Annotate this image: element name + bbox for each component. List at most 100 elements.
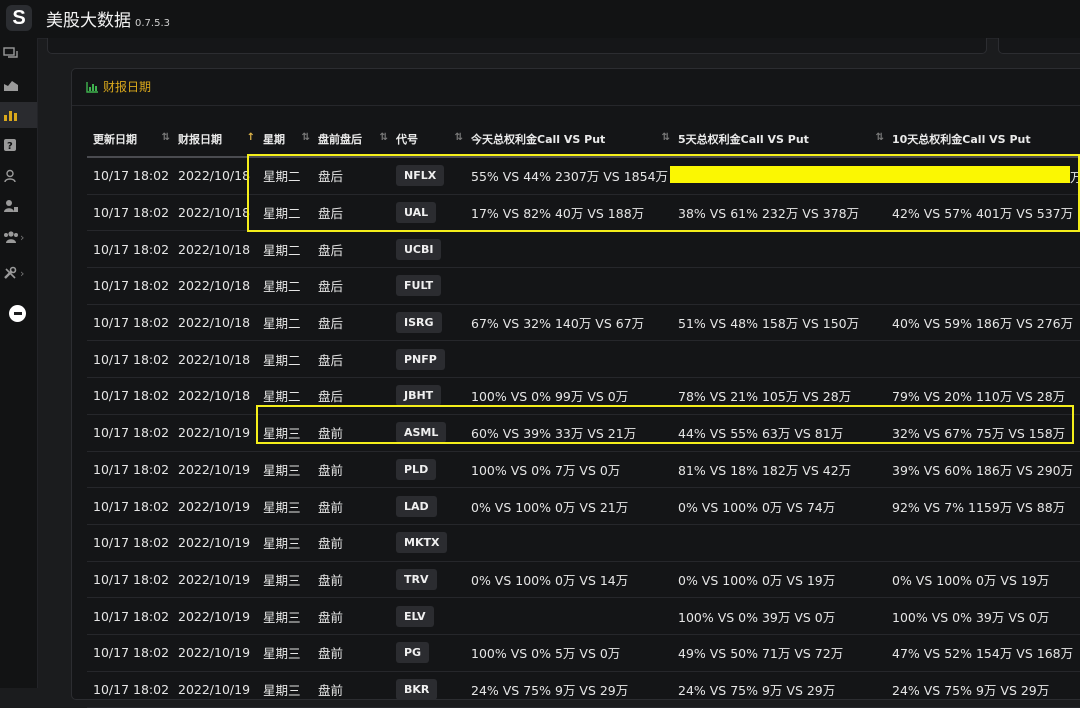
table-row[interactable]: 10/17 18:02 2022/10/19 星期三 盘前 TRV 0% VS 100% … — [87, 561, 1080, 599]
ticker-badge[interactable]: BKR — [396, 678, 438, 700]
sidebar-item-chat[interactable] — [0, 41, 37, 67]
table-row[interactable]: 10/17 18:02 2022/10/19 星期三 盘前 BKR 24% VS 75% … — [87, 671, 1080, 708]
cell-today: 55% VS 44% 2307万 VS 1854万 — [465, 157, 672, 195]
cell-report-date: 2022/10/18 — [172, 194, 257, 232]
ticker-badge[interactable]: FULT — [396, 275, 442, 297]
cell-code: MKTX — [390, 524, 465, 562]
table-row[interactable]: 10/17 18:02 2022/10/18 星期二 盘后 PNFP — [87, 340, 1080, 379]
cell-five-day: 0% VS 100% 0万 VS 74万 — [672, 487, 886, 525]
app-title: 美股大数据 0.7.5.3 — [46, 6, 170, 31]
cell-updated: 10/17 18:02 — [87, 194, 172, 232]
table-row[interactable]: 10/17 18:02 2022/10/19 星期三 盘前 MKTX — [87, 524, 1080, 562]
card-header: 财报日期 — [72, 69, 1080, 106]
table-row[interactable]: 10/17 18:02 2022/10/19 星期三 盘前 ASML 60% VS 39%… — [87, 414, 1080, 452]
sort-icon[interactable]: ⇅ — [876, 132, 885, 143]
sidebar-item-user[interactable] — [0, 163, 37, 189]
svg-text:?: ? — [7, 141, 13, 152]
ticker-badge[interactable]: TRV — [396, 568, 437, 590]
cell-five-day: 24% VS 75% 9万 VS 29万 — [672, 671, 886, 708]
chat-icon — [3, 47, 18, 58]
table-row[interactable]: 10/17 18:02 2022/10/19 星期三 盘前 LAD 0% VS 100% … — [87, 487, 1080, 525]
user-admin-icon — [4, 200, 18, 212]
ticker-badge[interactable]: PLD — [396, 458, 437, 480]
column-header-code[interactable]: 代号 ⇅ — [390, 122, 465, 158]
cell-code: LAD — [390, 487, 465, 525]
column-header-today[interactable]: 今天总权利金Call VS Put ⇅ — [465, 122, 672, 158]
cell-weekday: 星期三 — [257, 671, 312, 708]
cell-report-date: 2022/10/18 — [172, 230, 257, 269]
ticker-badge[interactable]: UCBI — [396, 238, 442, 260]
cell-session: 盘后 — [312, 157, 390, 195]
cell-session: 盘后 — [312, 194, 390, 232]
cell-code: PNFP — [390, 340, 465, 379]
sort-ascending-icon[interactable]: ↑ — [247, 132, 256, 143]
column-header-updated[interactable]: 更新日期 ⇅ — [87, 122, 172, 158]
cell-weekday: 星期三 — [257, 524, 312, 562]
cell-ten-day — [886, 340, 1080, 379]
column-header-ten-day[interactable]: 10天总权利金Call VS Put — [886, 122, 1080, 158]
column-header-five-day[interactable]: 5天总权利金Call VS Put ⇅ — [672, 122, 886, 158]
cell-weekday: 星期二 — [257, 230, 312, 269]
cell-five-day: 78% VS 21% 105万 VS 28万 — [672, 377, 886, 415]
sort-icon[interactable]: ⇅ — [302, 132, 311, 143]
cell-updated: 10/17 18:02 — [87, 267, 172, 305]
sidebar-item-user-admin[interactable] — [0, 193, 37, 219]
sidebar-collapse-toggle[interactable] — [0, 300, 37, 326]
cell-session: 盘前 — [312, 451, 390, 489]
ticker-badge[interactable]: LAD — [396, 495, 437, 517]
sort-icon[interactable]: ⇅ — [455, 132, 464, 143]
sidebar-item-tools[interactable]: › — [0, 260, 37, 286]
column-header-weekday[interactable]: 星期 ⇅ — [257, 122, 312, 158]
cell-today — [465, 524, 672, 562]
cell-today: 100% VS 0% 5万 VS 0万 — [465, 634, 672, 672]
cell-five-day: 49% VS 50% 71万 VS 72万 — [672, 634, 886, 672]
ticker-badge[interactable]: ELV — [396, 605, 434, 627]
column-header-session[interactable]: 盘前盘后 ⇅ — [312, 122, 390, 158]
cell-five-day — [672, 340, 886, 379]
top-panel-left — [47, 38, 987, 54]
ticker-badge[interactable]: ISRG — [396, 312, 442, 334]
cell-five-day: 100% VS 0% 39万 VS 0万 — [672, 597, 886, 635]
ticker-badge[interactable]: JBHT — [396, 385, 442, 407]
cell-updated: 10/17 18:02 — [87, 230, 172, 269]
table-row[interactable]: 10/17 18:02 2022/10/18 星期二 盘后 UCBI — [87, 230, 1080, 269]
sidebar-item-area-chart[interactable] — [0, 72, 37, 98]
table-row[interactable]: 10/17 18:02 2022/10/18 星期二 盘后 ISRG 67% VS 32%… — [87, 304, 1080, 342]
column-header-report-date[interactable]: 财报日期 ↑ — [172, 122, 257, 158]
cell-today: 60% VS 39% 33万 VS 21万 — [465, 414, 672, 452]
app-logo-icon[interactable]: S — [6, 5, 32, 31]
cell-report-date: 2022/10/19 — [172, 414, 257, 452]
cell-five-day: 44% VS 55% 63万 VS 81万 — [672, 414, 886, 452]
toggle-icon — [9, 304, 26, 322]
table-row[interactable]: 10/17 18:02 2022/10/19 星期三 盘前 PG 100% VS 0% 5… — [87, 634, 1080, 672]
sidebar-item-earnings[interactable] — [0, 102, 37, 128]
cell-ten-day — [886, 524, 1080, 562]
cell-code: UAL — [390, 194, 465, 232]
sort-icon[interactable]: ⇅ — [662, 132, 671, 143]
sort-icon[interactable]: ⇅ — [162, 132, 171, 143]
ticker-badge[interactable]: UAL — [396, 202, 437, 224]
cell-report-date: 2022/10/18 — [172, 340, 257, 379]
table-row[interactable]: 10/17 18:02 2022/10/19 星期三 盘前 ELV 100% VS 0% … — [87, 597, 1080, 635]
sidebar-item-group[interactable]: › — [0, 224, 37, 250]
bar-chart-icon — [86, 81, 98, 93]
app-name: 美股大数据 — [46, 11, 131, 31]
ticker-badge[interactable]: ASML — [396, 422, 447, 444]
ticker-badge[interactable]: NFLX — [396, 165, 445, 187]
tools-icon — [4, 266, 17, 279]
cell-code: ASML — [390, 414, 465, 452]
table-row[interactable]: 10/17 18:02 2022/10/18 星期二 盘后 JBHT 100% VS 0%… — [87, 377, 1080, 415]
cell-updated: 10/17 18:02 — [87, 524, 172, 562]
ticker-badge[interactable]: MKTX — [396, 532, 448, 554]
table-header-row: 更新日期 ⇅ 财报日期 ↑ 星期 ⇅ 盘前盘后 ⇅ 代号 ⇅ 今天总权利金Call VS … — [87, 122, 1080, 158]
cell-weekday: 星期三 — [257, 561, 312, 599]
cell-session: 盘后 — [312, 304, 390, 342]
table-row[interactable]: 10/17 18:02 2022/10/18 星期二 盘后 FULT — [87, 267, 1080, 305]
ticker-badge[interactable]: PNFP — [396, 348, 445, 370]
table-row[interactable]: 10/17 18:02 2022/10/19 星期三 盘前 PLD 100% VS 0% … — [87, 451, 1080, 489]
cell-updated: 10/17 18:02 — [87, 377, 172, 415]
ticker-badge[interactable]: PG — [396, 642, 430, 664]
sidebar-item-help[interactable]: ? — [0, 132, 37, 158]
table-row[interactable]: 10/17 18:02 2022/10/18 星期二 盘后 UAL 17% VS 82% … — [87, 194, 1080, 232]
sort-icon[interactable]: ⇅ — [380, 132, 389, 143]
